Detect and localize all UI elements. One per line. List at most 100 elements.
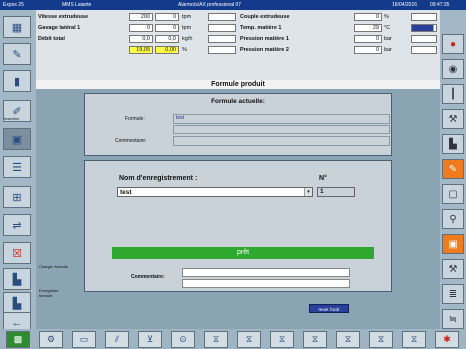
left-button[interactable]: ✎ <box>3 43 31 65</box>
bottom-button[interactable]: ⧖ <box>402 331 426 348</box>
right-button[interactable]: ⚲ <box>442 209 464 229</box>
parameter-panel: Vitesse extrudeuse 200 0 tpm Couple extrudeu… <box>36 10 440 80</box>
list-icon: ☰ <box>12 161 22 174</box>
station-label: Expos 25 <box>3 2 24 8</box>
current-formula-field-2 <box>173 125 390 134</box>
alarm-icon: ✱ <box>443 334 451 344</box>
right-button[interactable]: ◉ <box>442 59 464 79</box>
left-button[interactable]: ▮ <box>3 70 31 92</box>
current-formula-heading: Formule actuelle: <box>211 98 265 105</box>
left-button[interactable]: ▙ <box>3 268 31 290</box>
right-button[interactable]: ≒ <box>442 309 464 329</box>
right-toolbar: ● ◉ ┃ ⚒ ▙ ✎ ▢ ⚲ ▣ ⚒ ≣ ≒ <box>440 10 466 329</box>
left-button[interactable]: ☰ <box>3 156 31 178</box>
left-button[interactable]: ☒ <box>3 242 31 264</box>
param-unit: tpm <box>182 14 192 20</box>
param-label: Gavage latéral 1 <box>38 25 81 31</box>
right-button[interactable]: ▢ <box>442 184 464 204</box>
param-setpoint[interactable]: 0,0 <box>129 35 153 43</box>
wrench-icon: ⚲ <box>449 213 457 225</box>
param-label: Vitesse extrudeuse <box>38 14 89 20</box>
param-unit-right: bar <box>384 47 392 53</box>
bottom-button[interactable]: ⫽ <box>105 331 129 348</box>
hopper7-icon: ⧖ <box>410 334 418 344</box>
number-field[interactable]: 1 <box>317 187 355 197</box>
back-arrow-icon: ← <box>11 317 23 329</box>
bottom-button[interactable]: ✱ <box>435 331 459 348</box>
filter-icon: ⊙ <box>179 334 187 344</box>
param-bar-right <box>411 13 437 21</box>
param-bar-right <box>411 35 437 43</box>
name-dropdown[interactable]: test ▾ <box>117 187 313 197</box>
left-button-label: Enregistrer formule <box>39 288 59 298</box>
param-bar-right <box>411 24 437 32</box>
param-actual-right: 0 <box>354 46 382 54</box>
param-bar <box>208 35 236 43</box>
chevron-down-icon[interactable]: ▾ <box>304 188 312 196</box>
current-formula-panel: Formule actuelle: Formule: test Commenta… <box>84 93 392 156</box>
left-button[interactable]: ▦ <box>3 16 31 38</box>
hopper1-icon: ⧖ <box>212 334 220 344</box>
time-label: 09:47:35 <box>430 2 450 8</box>
bottom-button[interactable]: ▭ <box>72 331 96 348</box>
param-row: Gavage latéral 1 0 0 tpm Temp. matière 1 29 °C <box>36 23 440 33</box>
load-formula-icon: ▙ <box>12 273 22 286</box>
left-toolbar: ▦ ✎ ▮ ✐ Insertion ▣ ☰ ⊞ ⇌ ☒ ▙ ▙ ← <box>0 10 36 334</box>
bottom-button[interactable]: ⧖ <box>204 331 228 348</box>
frame-icon: ▢ <box>448 188 458 200</box>
bottom-button[interactable]: ⧖ <box>237 331 261 348</box>
right-button[interactable]: ✎ <box>442 159 464 179</box>
current-formula-value: test <box>173 114 390 124</box>
number-label: N° <box>319 175 327 182</box>
tool-icon: ⚒ <box>448 113 458 125</box>
bottom-button[interactable]: ⧖ <box>270 331 294 348</box>
param-actual-right: 29 <box>354 24 382 32</box>
graph-icon: ≣ <box>448 288 458 300</box>
bars-icon: ▮ <box>13 75 21 88</box>
left-button[interactable]: ⇌ <box>3 214 31 236</box>
title-bar: Expos 25 MMS Laiante Alarmo/s/AX profess… <box>0 0 466 10</box>
param-label-right: Pression matière 1 <box>240 36 289 42</box>
hopper6-icon: ⧖ <box>377 334 385 344</box>
bottom-button[interactable]: ⚙ <box>39 331 63 348</box>
reset-button[interactable]: reset l'ordr <box>309 304 349 313</box>
left-button[interactable]: ⊞ <box>3 186 31 208</box>
right-button[interactable]: ⚒ <box>442 259 464 279</box>
param-label-right: Temp. matière 1 <box>240 25 282 31</box>
param-setpoint[interactable]: 19,05 <box>129 46 153 54</box>
counter-icon: ▭ <box>79 334 89 344</box>
param-unit-right: % <box>384 14 389 20</box>
comment-input-2[interactable] <box>182 279 350 288</box>
bottom-button[interactable]: ⧖ <box>369 331 393 348</box>
param-actual-right: 0 <box>354 35 382 43</box>
save-comment-label: Commentaire: <box>131 274 165 280</box>
param-setpoint[interactable]: 0 <box>129 24 153 32</box>
right-button[interactable]: ▙ <box>442 134 464 154</box>
save-formula-icon: ▙ <box>12 297 22 310</box>
trend-icon: ≒ <box>448 313 458 325</box>
right-button[interactable]: ▣ <box>442 234 464 254</box>
date-label: 16/04/2016 <box>392 2 418 8</box>
param-actual-right: 0 <box>354 13 382 21</box>
right-button[interactable]: ≣ <box>442 284 464 304</box>
dosing-icon: ⊻ <box>146 334 154 344</box>
eye-icon: ◉ <box>448 63 458 75</box>
param-bar <box>208 24 236 32</box>
right-button[interactable]: ● <box>442 34 464 54</box>
right-button[interactable]: ┃ <box>442 84 464 104</box>
bottom-button[interactable]: ▩ <box>6 331 30 348</box>
bottom-button[interactable]: ⊙ <box>171 331 195 348</box>
param-bar <box>208 46 236 54</box>
bottom-button[interactable]: ⧖ <box>336 331 360 348</box>
left-button[interactable]: ▣ <box>3 128 31 150</box>
param-row: 19,05 0,00% Pression matière 2 0 bar <box>36 45 440 55</box>
param-setpoint[interactable]: 200 <box>129 13 153 21</box>
param-bar <box>208 13 236 21</box>
param-actual: 0 <box>155 24 179 32</box>
bottom-button[interactable]: ⧖ <box>303 331 327 348</box>
comment-input-1[interactable] <box>182 268 350 277</box>
save-name-label: Nom d'enregistrement : <box>119 175 198 182</box>
bottom-button[interactable]: ⊻ <box>138 331 162 348</box>
right-button[interactable]: ⚒ <box>442 109 464 129</box>
left-button[interactable]: ▙ <box>3 292 31 314</box>
